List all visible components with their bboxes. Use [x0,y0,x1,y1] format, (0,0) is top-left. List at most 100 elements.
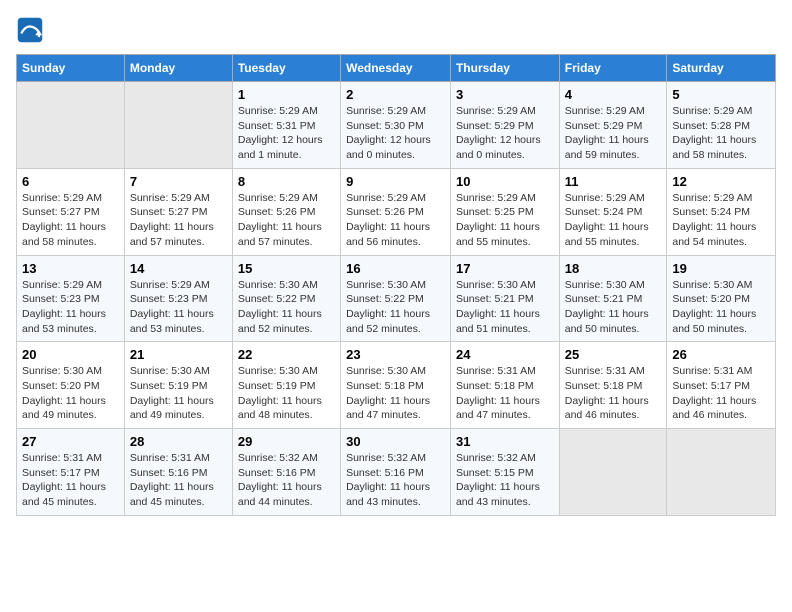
day-number: 22 [238,347,335,362]
calendar-cell: 12 Sunrise: 5:29 AM Sunset: 5:24 PM Dayl… [667,168,776,255]
calendar-cell: 23 Sunrise: 5:30 AM Sunset: 5:18 PM Dayl… [341,342,451,429]
calendar-cell: 30 Sunrise: 5:32 AM Sunset: 5:16 PM Dayl… [341,429,451,516]
weekday-header-sunday: Sunday [17,55,125,82]
day-info: Sunrise: 5:29 AM Sunset: 5:29 PM Dayligh… [565,104,662,163]
day-info: Sunrise: 5:29 AM Sunset: 5:24 PM Dayligh… [672,191,770,250]
calendar-cell [667,429,776,516]
day-info: Sunrise: 5:30 AM Sunset: 5:20 PM Dayligh… [672,278,770,337]
logo [16,16,48,44]
day-number: 13 [22,261,119,276]
calendar-week-row: 6 Sunrise: 5:29 AM Sunset: 5:27 PM Dayli… [17,168,776,255]
calendar-week-row: 1 Sunrise: 5:29 AM Sunset: 5:31 PM Dayli… [17,82,776,169]
calendar-cell: 8 Sunrise: 5:29 AM Sunset: 5:26 PM Dayli… [232,168,340,255]
calendar-cell: 29 Sunrise: 5:32 AM Sunset: 5:16 PM Dayl… [232,429,340,516]
day-info: Sunrise: 5:32 AM Sunset: 5:16 PM Dayligh… [238,451,335,510]
calendar-cell: 14 Sunrise: 5:29 AM Sunset: 5:23 PM Dayl… [124,255,232,342]
day-number: 25 [565,347,662,362]
day-number: 30 [346,434,445,449]
day-info: Sunrise: 5:30 AM Sunset: 5:22 PM Dayligh… [346,278,445,337]
calendar-cell: 15 Sunrise: 5:30 AM Sunset: 5:22 PM Dayl… [232,255,340,342]
weekday-header-friday: Friday [559,55,667,82]
calendar-cell: 25 Sunrise: 5:31 AM Sunset: 5:18 PM Dayl… [559,342,667,429]
calendar-cell: 20 Sunrise: 5:30 AM Sunset: 5:20 PM Dayl… [17,342,125,429]
day-info: Sunrise: 5:30 AM Sunset: 5:22 PM Dayligh… [238,278,335,337]
logo-icon [16,16,44,44]
day-number: 5 [672,87,770,102]
calendar-cell: 2 Sunrise: 5:29 AM Sunset: 5:30 PM Dayli… [341,82,451,169]
calendar-cell: 13 Sunrise: 5:29 AM Sunset: 5:23 PM Dayl… [17,255,125,342]
day-info: Sunrise: 5:31 AM Sunset: 5:18 PM Dayligh… [456,364,554,423]
day-number: 31 [456,434,554,449]
calendar-cell [124,82,232,169]
day-number: 24 [456,347,554,362]
day-info: Sunrise: 5:31 AM Sunset: 5:17 PM Dayligh… [672,364,770,423]
day-number: 6 [22,174,119,189]
weekday-header-saturday: Saturday [667,55,776,82]
day-number: 2 [346,87,445,102]
calendar-cell: 27 Sunrise: 5:31 AM Sunset: 5:17 PM Dayl… [17,429,125,516]
day-info: Sunrise: 5:30 AM Sunset: 5:21 PM Dayligh… [565,278,662,337]
day-number: 20 [22,347,119,362]
day-number: 17 [456,261,554,276]
day-number: 8 [238,174,335,189]
day-number: 14 [130,261,227,276]
day-number: 16 [346,261,445,276]
calendar-cell: 5 Sunrise: 5:29 AM Sunset: 5:28 PM Dayli… [667,82,776,169]
calendar-table: SundayMondayTuesdayWednesdayThursdayFrid… [16,54,776,516]
day-info: Sunrise: 5:31 AM Sunset: 5:17 PM Dayligh… [22,451,119,510]
day-number: 29 [238,434,335,449]
day-number: 7 [130,174,227,189]
day-info: Sunrise: 5:29 AM Sunset: 5:25 PM Dayligh… [456,191,554,250]
day-info: Sunrise: 5:29 AM Sunset: 5:30 PM Dayligh… [346,104,445,163]
weekday-header-monday: Monday [124,55,232,82]
day-info: Sunrise: 5:29 AM Sunset: 5:28 PM Dayligh… [672,104,770,163]
calendar-cell: 31 Sunrise: 5:32 AM Sunset: 5:15 PM Dayl… [450,429,559,516]
weekday-header-row: SundayMondayTuesdayWednesdayThursdayFrid… [17,55,776,82]
calendar-cell: 22 Sunrise: 5:30 AM Sunset: 5:19 PM Dayl… [232,342,340,429]
calendar-cell: 4 Sunrise: 5:29 AM Sunset: 5:29 PM Dayli… [559,82,667,169]
day-info: Sunrise: 5:29 AM Sunset: 5:23 PM Dayligh… [130,278,227,337]
day-number: 18 [565,261,662,276]
day-number: 26 [672,347,770,362]
day-number: 10 [456,174,554,189]
calendar-cell [559,429,667,516]
day-number: 9 [346,174,445,189]
day-info: Sunrise: 5:29 AM Sunset: 5:27 PM Dayligh… [130,191,227,250]
day-number: 28 [130,434,227,449]
calendar-cell: 18 Sunrise: 5:30 AM Sunset: 5:21 PM Dayl… [559,255,667,342]
day-info: Sunrise: 5:30 AM Sunset: 5:20 PM Dayligh… [22,364,119,423]
calendar-cell [17,82,125,169]
calendar-cell: 26 Sunrise: 5:31 AM Sunset: 5:17 PM Dayl… [667,342,776,429]
calendar-cell: 28 Sunrise: 5:31 AM Sunset: 5:16 PM Dayl… [124,429,232,516]
day-number: 12 [672,174,770,189]
day-number: 21 [130,347,227,362]
calendar-cell: 7 Sunrise: 5:29 AM Sunset: 5:27 PM Dayli… [124,168,232,255]
day-info: Sunrise: 5:29 AM Sunset: 5:31 PM Dayligh… [238,104,335,163]
calendar-cell: 3 Sunrise: 5:29 AM Sunset: 5:29 PM Dayli… [450,82,559,169]
calendar-week-row: 13 Sunrise: 5:29 AM Sunset: 5:23 PM Dayl… [17,255,776,342]
page-header [16,16,776,44]
day-number: 1 [238,87,335,102]
day-info: Sunrise: 5:29 AM Sunset: 5:27 PM Dayligh… [22,191,119,250]
calendar-cell: 16 Sunrise: 5:30 AM Sunset: 5:22 PM Dayl… [341,255,451,342]
day-info: Sunrise: 5:29 AM Sunset: 5:29 PM Dayligh… [456,104,554,163]
calendar-week-row: 27 Sunrise: 5:31 AM Sunset: 5:17 PM Dayl… [17,429,776,516]
day-number: 27 [22,434,119,449]
calendar-cell: 10 Sunrise: 5:29 AM Sunset: 5:25 PM Dayl… [450,168,559,255]
day-number: 23 [346,347,445,362]
day-number: 19 [672,261,770,276]
day-info: Sunrise: 5:30 AM Sunset: 5:21 PM Dayligh… [456,278,554,337]
day-info: Sunrise: 5:30 AM Sunset: 5:19 PM Dayligh… [238,364,335,423]
weekday-header-thursday: Thursday [450,55,559,82]
calendar-cell: 11 Sunrise: 5:29 AM Sunset: 5:24 PM Dayl… [559,168,667,255]
calendar-cell: 24 Sunrise: 5:31 AM Sunset: 5:18 PM Dayl… [450,342,559,429]
calendar-cell: 1 Sunrise: 5:29 AM Sunset: 5:31 PM Dayli… [232,82,340,169]
calendar-cell: 21 Sunrise: 5:30 AM Sunset: 5:19 PM Dayl… [124,342,232,429]
day-number: 15 [238,261,335,276]
day-number: 11 [565,174,662,189]
calendar-cell: 19 Sunrise: 5:30 AM Sunset: 5:20 PM Dayl… [667,255,776,342]
day-info: Sunrise: 5:31 AM Sunset: 5:18 PM Dayligh… [565,364,662,423]
weekday-header-tuesday: Tuesday [232,55,340,82]
day-info: Sunrise: 5:29 AM Sunset: 5:24 PM Dayligh… [565,191,662,250]
calendar-cell: 17 Sunrise: 5:30 AM Sunset: 5:21 PM Dayl… [450,255,559,342]
